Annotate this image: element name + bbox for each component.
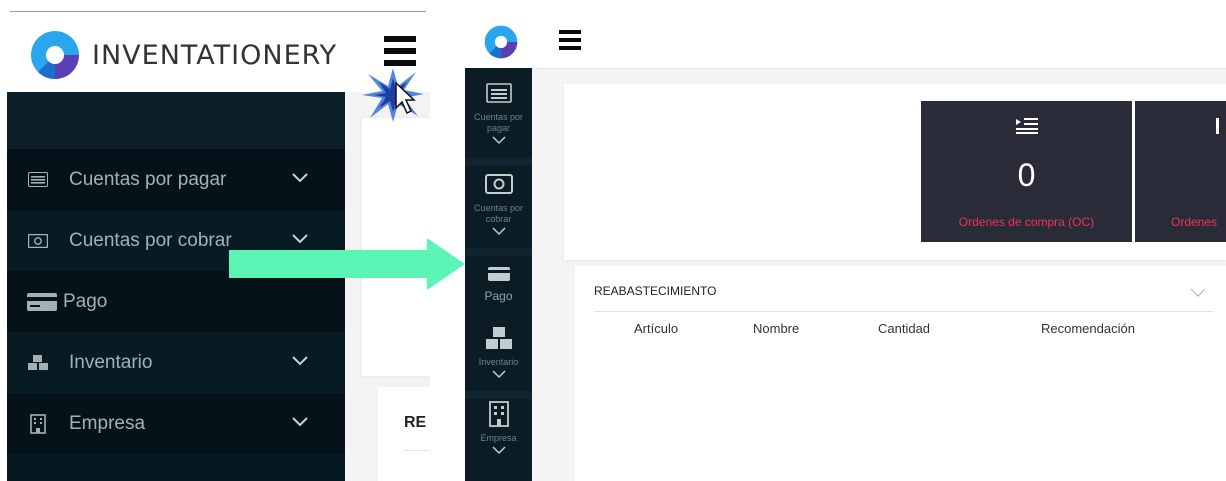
kpi-ordenes-de-compra[interactable]: 0 Ordenes de compra (OC)	[921, 101, 1132, 242]
list-icon	[1135, 117, 1226, 140]
building-icon	[484, 401, 514, 427]
list-card-icon	[27, 171, 49, 189]
money-bill-icon	[484, 171, 514, 197]
brand-logo-icon	[31, 31, 79, 80]
hamburger-menu-button[interactable]	[559, 30, 585, 54]
hamburger-bar	[559, 30, 581, 34]
sidebar-item-label: Cuentas por cobrar	[69, 229, 232, 251]
hamburger-bar	[384, 36, 416, 42]
indent-list-icon	[921, 117, 1132, 140]
list-card-icon	[484, 80, 514, 106]
column-header-nombre[interactable]: Nombre	[753, 321, 799, 336]
chevron-down-icon	[292, 417, 308, 427]
sidebar-item-cuentas-por-pagar[interactable]: Cuentas por pagar	[7, 149, 345, 210]
section-heading-partial: RE	[404, 414, 427, 431]
sidebar-item-pago[interactable]: Pago	[465, 261, 532, 302]
sidebar-item-label: Pago	[63, 290, 108, 312]
section-divider	[594, 311, 1213, 312]
top-divider	[10, 11, 426, 12]
kpi-ordenes[interactable]: Ordenes	[1135, 101, 1226, 242]
transition-arrow-icon	[229, 238, 465, 290]
collapsed-layout-panel: Cuentas por pagar Cuentas por cobrar Pag…	[465, 0, 1226, 481]
sidebar-separator	[465, 158, 532, 166]
sidebar-collapsed: Cuentas por pagar Cuentas por cobrar Pag…	[465, 68, 532, 481]
chevron-down-icon	[491, 136, 506, 145]
section-divider	[404, 450, 430, 451]
sidebar-item-inventario[interactable]: Inventario	[7, 332, 345, 393]
chevron-down-icon[interactable]	[1190, 288, 1206, 298]
content-card	[378, 387, 430, 481]
reabastecimiento-card	[575, 266, 1226, 481]
sidebar-header	[7, 92, 345, 149]
chevron-down-icon	[292, 173, 308, 183]
chevron-down-icon	[491, 370, 506, 379]
sidebar-item-label: Inventario	[69, 351, 153, 373]
sidebar-item-empresa[interactable]: Empresa	[7, 393, 345, 454]
kpi-label: Ordenes de compra (OC)	[958, 215, 1095, 229]
column-header-recomendacion[interactable]: Recomendación	[1041, 321, 1135, 336]
credit-card-icon	[484, 261, 514, 287]
hamburger-bar	[559, 38, 581, 42]
chevron-down-icon	[491, 227, 506, 236]
chevron-down-icon	[491, 446, 506, 455]
kpi-label: Ordenes	[1171, 215, 1218, 229]
hamburger-bar	[559, 46, 581, 50]
sidebar-item-label: Cuentas por pagar	[473, 112, 524, 133]
sidebar-item-label: Pago	[484, 289, 513, 303]
money-bill-icon	[27, 232, 49, 250]
sidebar-item-cuentas-por-cobrar[interactable]: Cuentas por cobrar	[465, 171, 532, 236]
sidebar-item-label: Cuentas por pagar	[69, 168, 227, 190]
sidebar-item-label: Empresa	[480, 433, 517, 443]
sidebar-separator	[465, 391, 532, 399]
sidebar-item-label: Inventario	[478, 357, 519, 367]
brand-logo-icon	[484, 25, 518, 59]
credit-card-icon	[27, 292, 57, 311]
sidebar-item-inventario[interactable]: Inventario	[465, 325, 532, 379]
sidebar-separator	[465, 248, 532, 256]
sidebar-item-cuentas-por-pagar[interactable]: Cuentas por pagar	[465, 80, 532, 145]
chevron-down-icon	[292, 356, 308, 366]
sidebar-item-label: Cuentas por cobrar	[473, 203, 524, 224]
mouse-cursor-icon	[395, 82, 416, 115]
reabastecimiento-title: REABASTECIMIENTO	[594, 284, 717, 298]
building-icon	[27, 413, 49, 434]
kpi-value: 0	[1017, 157, 1036, 193]
brand-name: INVENTATIONERY	[92, 40, 338, 71]
hamburger-bar	[384, 48, 416, 54]
sidebar-item-label: Empresa	[69, 412, 146, 434]
cubes-icon	[27, 354, 49, 372]
cubes-icon	[484, 325, 514, 351]
column-header-cantidad[interactable]: Cantidad	[878, 321, 930, 336]
sidebar-item-empresa[interactable]: Empresa	[465, 401, 532, 455]
column-header-articulo[interactable]: Artículo	[634, 321, 678, 336]
